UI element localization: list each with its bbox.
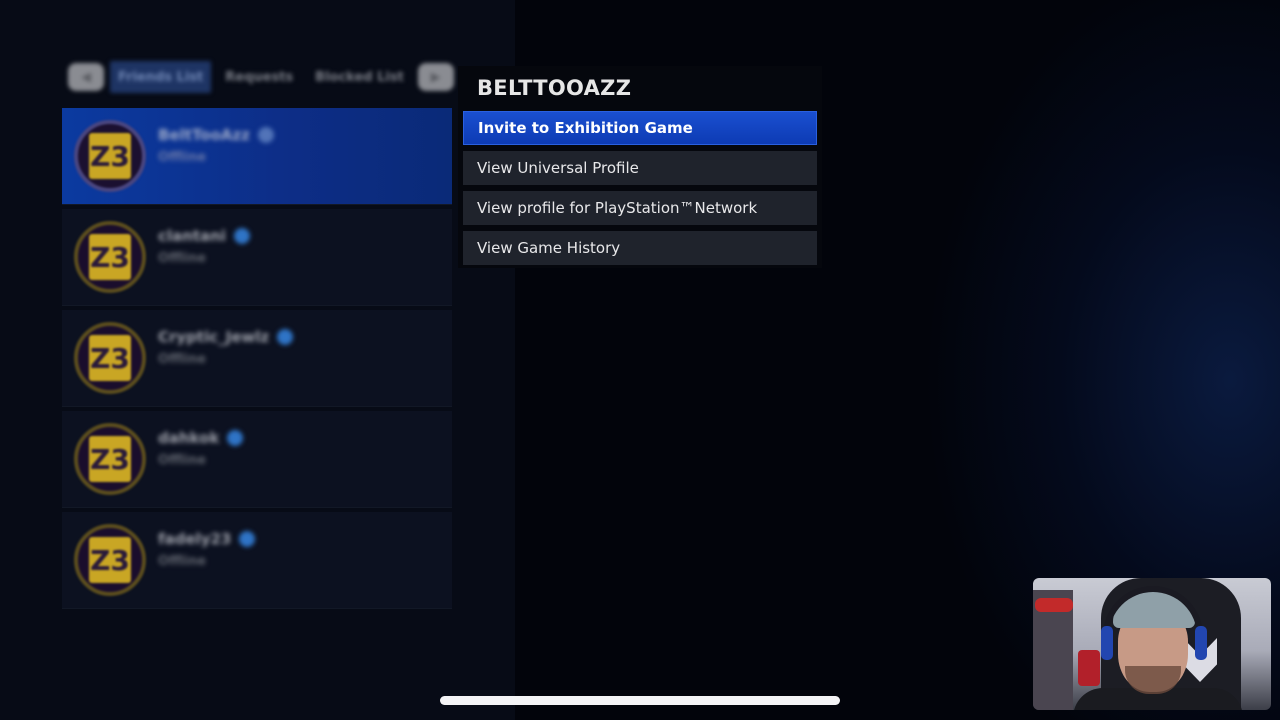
avatar: Z3 (74, 524, 146, 596)
tab-friends-list[interactable]: Friends List (110, 61, 212, 93)
friend-name: BeltTooAzz (158, 126, 250, 144)
friend-context-menu: BELTTOOAZZ Invite to Exhibition Game Vie… (458, 66, 822, 268)
friend-status: Offline (158, 554, 207, 569)
avatar: Z3 (74, 221, 146, 293)
friend-status: Offline (158, 352, 207, 367)
ps-plus-icon (277, 329, 294, 345)
friend-name: clantani (158, 227, 226, 245)
invite-exhibition-button[interactable]: Invite to Exhibition Game (463, 111, 817, 145)
view-universal-profile-button[interactable]: View Universal Profile (463, 151, 817, 185)
friend-name: fadely23 (158, 530, 232, 548)
friend-row[interactable]: Z3 Cryptic_Jewlz Offline (62, 310, 452, 407)
z3-logo-icon: Z3 (89, 133, 131, 179)
ps-plus-icon (239, 531, 256, 547)
friend-status: Offline (158, 150, 207, 165)
l1-bumper-icon[interactable]: ◀ (68, 63, 104, 91)
webcam-overlay (1033, 578, 1271, 710)
z3-logo-icon: Z3 (89, 436, 131, 482)
z3-logo-icon: Z3 (89, 234, 131, 280)
friend-row[interactable]: Z3 dahkok Offline (62, 411, 452, 508)
ps-plus-icon (233, 228, 250, 244)
menu-title: BELTTOOAZZ (477, 76, 632, 100)
z3-logo-icon: Z3 (89, 537, 131, 583)
friend-status: Offline (158, 251, 207, 266)
avatar: Z3 (74, 120, 146, 192)
avatar: Z3 (74, 423, 146, 495)
friend-row[interactable]: Z3 clantani Offline (62, 209, 452, 306)
friend-row[interactable]: Z3 BeltTooAzz Offline (62, 108, 452, 205)
friend-name: dahkok (158, 429, 220, 447)
home-indicator[interactable] (440, 696, 840, 705)
ps-plus-icon (257, 127, 274, 143)
tab-requests[interactable]: Requests (217, 61, 301, 93)
ps-plus-icon (227, 430, 244, 446)
tab-blocked-list[interactable]: Blocked List (307, 61, 412, 93)
z3-logo-icon: Z3 (89, 335, 131, 381)
avatar: Z3 (74, 322, 146, 394)
r1-bumper-icon[interactable]: ▶ (417, 63, 454, 91)
view-game-history-button[interactable]: View Game History (463, 231, 817, 265)
friends-tabs: ◀ Friends List Requests Blocked List ▶ (68, 61, 454, 93)
friend-name: Cryptic_Jewlz (158, 328, 270, 346)
view-psn-profile-button[interactable]: View profile for PlayStation™Network (463, 191, 817, 225)
friend-status: Offline (158, 453, 207, 468)
friend-row[interactable]: Z3 fadely23 Offline (62, 512, 452, 609)
friends-list: Z3 BeltTooAzz Offline Z3 clantani Offlin… (62, 108, 452, 613)
